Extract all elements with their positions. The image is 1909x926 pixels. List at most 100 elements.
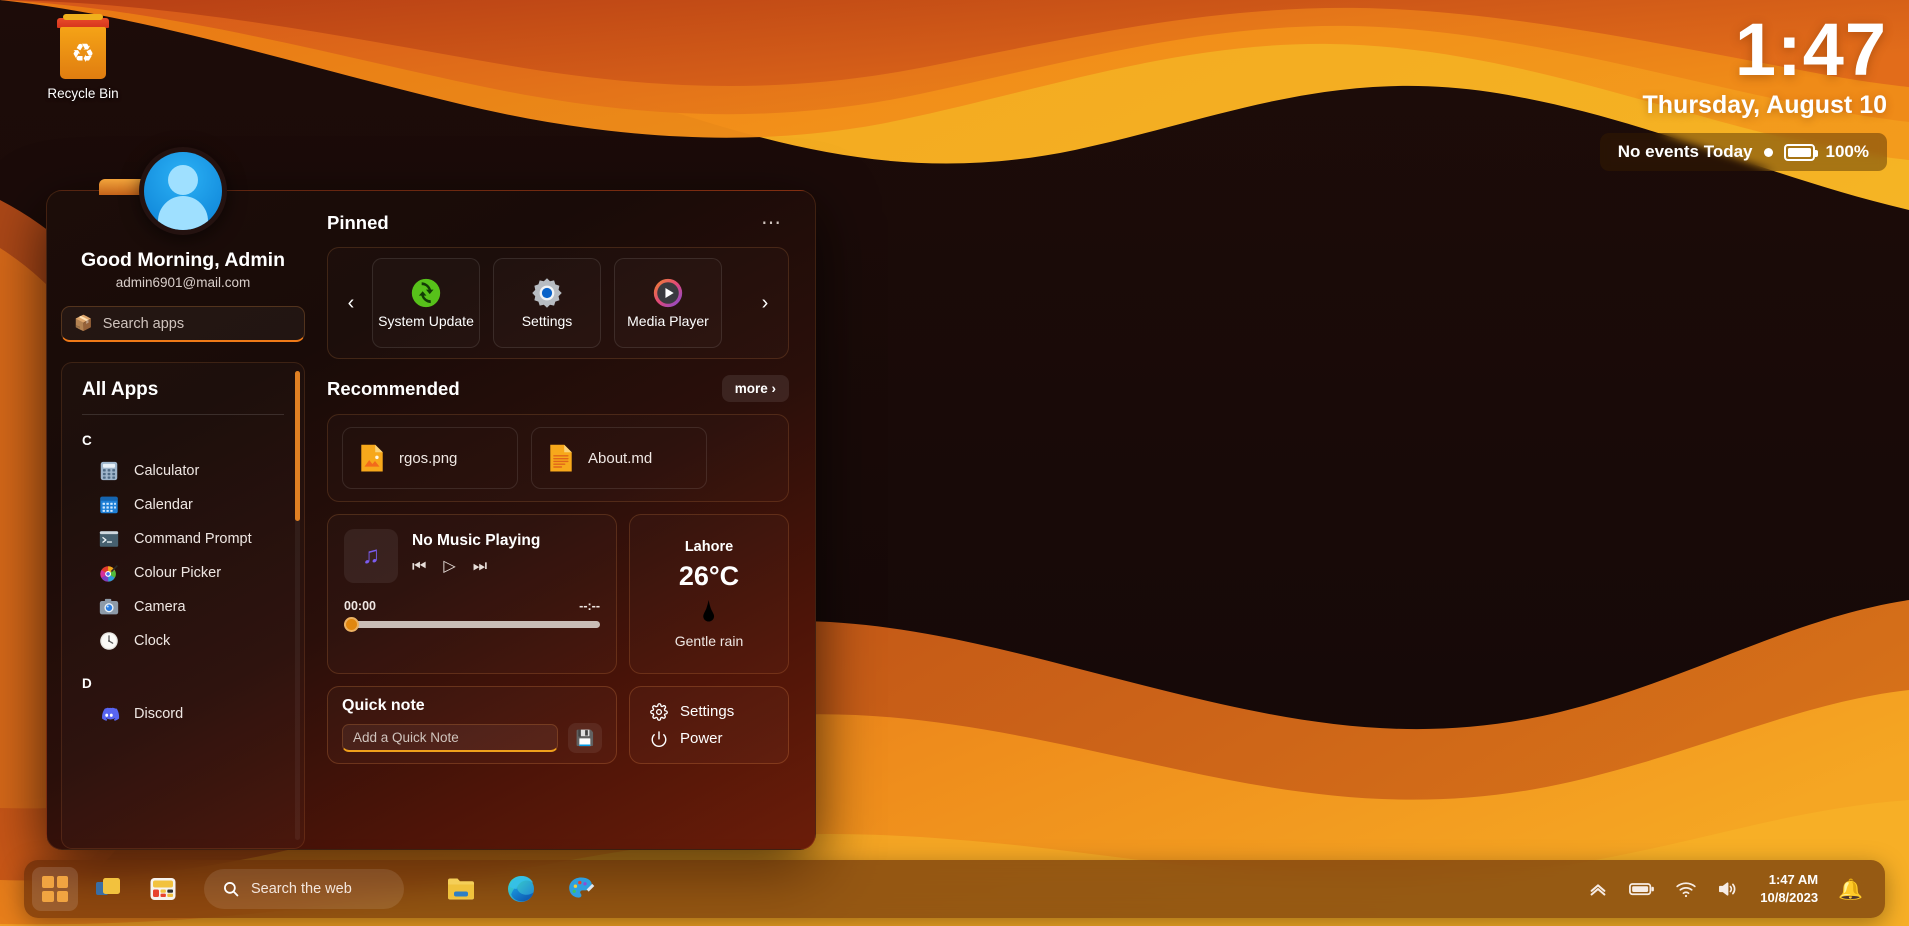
pinned-header: Pinned ⋯	[327, 211, 789, 235]
search-apps-input[interactable]: 📦 Search apps	[61, 306, 305, 342]
widgets-button[interactable]	[140, 867, 186, 911]
battery-full-icon	[1783, 143, 1818, 161]
app-list-item-calendar[interactable]: Calendar	[62, 488, 304, 522]
clock-status-chip: No events Today 100%	[1599, 133, 1887, 172]
taskbar-clock[interactable]: 1:47 AM 10/8/2023	[1760, 871, 1818, 906]
app-list-item-discord[interactable]: Discord	[62, 697, 304, 731]
taskbar-app-file-explorer[interactable]	[438, 867, 484, 911]
recommended-header: Recommended more ›	[327, 375, 789, 402]
user-avatar-icon	[144, 152, 222, 230]
taskbar-app-paint[interactable]	[558, 867, 604, 911]
floppy-save-icon[interactable]: 💾	[568, 723, 602, 753]
greeting-text: Good Morning, Admin	[81, 249, 285, 271]
app-name: Discord	[134, 706, 184, 722]
quick-note-input[interactable]	[342, 724, 558, 752]
windows-start-icon	[42, 876, 68, 902]
file-explorer-icon	[448, 878, 474, 900]
pinned-tiles-container: ‹ System Update Settings Media Player ›	[327, 247, 789, 359]
battery-percent: 100%	[1825, 142, 1869, 162]
more-dots-icon[interactable]: ⋯	[755, 211, 789, 235]
start-menu-left-panel: Good Morning, Admin admin6901@mail.com 📦…	[47, 147, 319, 849]
app-list-item-calculator[interactable]: Calculator	[62, 454, 304, 488]
taskbar-app-edge[interactable]	[498, 867, 544, 911]
tile-label: Settings	[521, 313, 573, 330]
pinned-tile-system-update[interactable]: System Update	[372, 258, 480, 348]
music-seek-knob[interactable]	[344, 617, 359, 632]
start-menu-right-panel: Pinned ⋯ ‹ System Update Settings Media …	[319, 191, 815, 849]
chevron-up-icon[interactable]	[1587, 881, 1609, 897]
battery-icon[interactable]	[1629, 881, 1655, 897]
app-name: Calculator	[134, 463, 200, 479]
speaker-icon[interactable]	[1717, 880, 1740, 898]
system-update-icon	[411, 278, 441, 308]
taskbar-search-input[interactable]: Search the web	[204, 869, 404, 909]
pinned-title: Pinned	[327, 212, 389, 233]
widgets-icon	[150, 878, 176, 900]
edge-icon	[508, 876, 534, 902]
user-email: admin6901@mail.com	[115, 275, 251, 290]
play-icon[interactable]: ▷	[443, 559, 455, 575]
app-group-letter: D	[82, 676, 92, 691]
pinned-tile-settings[interactable]: Settings	[493, 258, 601, 348]
clock-date: Thursday, August 10	[1642, 91, 1887, 120]
chevron-right-icon[interactable]: ›	[752, 292, 778, 315]
taskbar-clock-date: 10/8/2023	[1760, 890, 1819, 905]
taskbar-app-buttons	[438, 867, 604, 911]
taskbar: Search the web 1:47 AM 10/8/2023 🔔	[24, 860, 1885, 918]
system-tray: 1:47 AM 10/8/2023 🔔	[1587, 871, 1885, 906]
calendar-icon	[100, 496, 118, 514]
weather-widget: Lahore 26°C 🌢️ Gentle rain	[629, 514, 789, 674]
task-view-icon	[96, 878, 120, 895]
skip-back-icon[interactable]: ⏮	[412, 559, 426, 575]
music-elapsed-time: 00:00	[344, 599, 376, 613]
app-name: Calendar	[134, 497, 193, 513]
camera-icon	[99, 598, 119, 615]
power-icon	[651, 730, 667, 747]
music-duration: --:--	[579, 599, 600, 613]
recommended-title: Recommended	[327, 377, 460, 399]
desktop-icon-label: Recycle Bin	[47, 86, 119, 101]
app-list-item-camera[interactable]: Camera	[62, 590, 304, 624]
tile-label: System Update	[378, 313, 474, 330]
rain-cloud-night-icon: 🌢️	[700, 596, 718, 628]
play-circle-icon	[653, 278, 683, 308]
desktop-clock-widget: 1:47 Thursday, August 10 No events Today…	[1599, 12, 1887, 172]
settings-label: Settings	[680, 703, 735, 720]
app-list-item-colour-picker[interactable]: Colour Picker	[62, 556, 304, 590]
chevron-left-icon[interactable]: ‹	[338, 292, 364, 315]
power-label: Power	[680, 730, 723, 747]
start-button[interactable]	[32, 867, 78, 911]
calculator-icon	[100, 461, 118, 481]
app-list-item-clock[interactable]: Clock	[62, 624, 304, 658]
task-view-button[interactable]	[86, 867, 132, 911]
music-player-widget: ♫ No Music Playing ⏮ ▷ ⏭ 00:00 --:--	[327, 514, 617, 674]
avatar[interactable]	[139, 147, 227, 235]
taskbar-clock-time: 1:47 AM	[1768, 872, 1819, 888]
weather-city: Lahore	[684, 539, 734, 555]
image-file-icon	[361, 444, 383, 472]
desktop-icon-recycle-bin[interactable]: ♻ Recycle Bin	[28, 14, 138, 101]
recommended-item-rgos-png[interactable]: rgos.png	[342, 427, 518, 489]
settings-menu-item[interactable]: Settings	[650, 702, 788, 721]
music-seek-slider[interactable]	[344, 617, 600, 632]
recycle-bin-icon: ♻	[55, 14, 111, 80]
pinned-tiles: System Update Settings Media Player	[372, 258, 744, 348]
music-note-icon: ♫	[344, 529, 398, 583]
pinned-tile-media-player[interactable]: Media Player	[614, 258, 722, 348]
separator-dot-icon	[1763, 147, 1773, 157]
bell-icon[interactable]: 🔔	[1838, 877, 1863, 902]
app-list-scrollbar-thumb[interactable]	[295, 371, 300, 521]
tile-label: Media Player	[627, 313, 709, 330]
taskbar-left-group: Search the web	[24, 867, 404, 911]
all-apps-title: All Apps	[82, 379, 159, 400]
search-icon	[224, 882, 239, 897]
recommended-item-name: rgos.png	[399, 449, 458, 467]
recommended-item-about-md[interactable]: About.md	[531, 427, 707, 489]
power-menu-item[interactable]: Power	[650, 730, 788, 748]
wifi-icon[interactable]	[1675, 881, 1697, 898]
gear-icon	[532, 278, 562, 308]
app-list-item-command-prompt[interactable]: Command Prompt	[62, 522, 304, 556]
skip-forward-icon[interactable]: ⏭	[473, 559, 487, 575]
app-name: Colour Picker	[134, 565, 222, 581]
recommended-more-button[interactable]: more ›	[721, 375, 789, 402]
